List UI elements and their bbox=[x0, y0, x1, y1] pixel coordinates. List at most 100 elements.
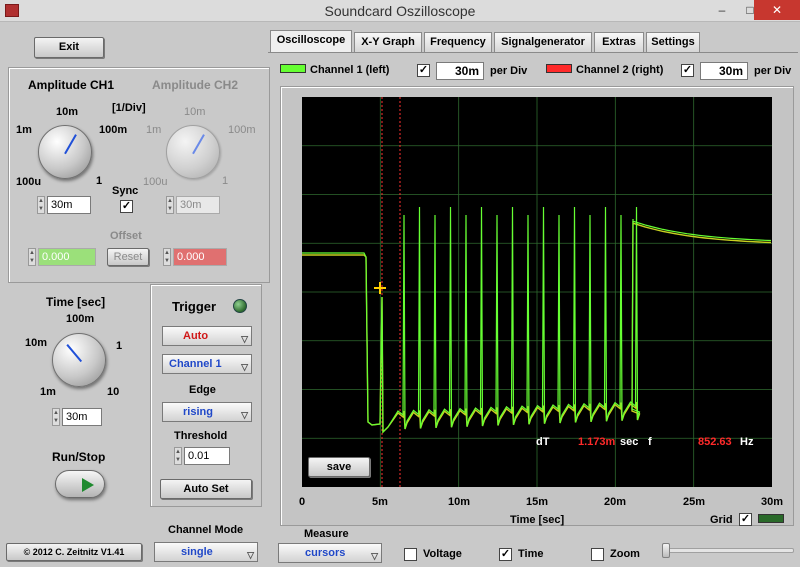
chevron-down-icon: ▽ bbox=[241, 362, 248, 372]
time-tick-1: 1 bbox=[116, 340, 123, 352]
title-bar: Soundcard Oszilloscope – □ ✕ bbox=[0, 0, 800, 22]
voltage-checkbox[interactable] bbox=[404, 548, 417, 561]
zoom-checkbox[interactable] bbox=[591, 548, 604, 561]
ch2-amplitude-input: 30m bbox=[176, 196, 220, 214]
ch2-perdiv-input[interactable]: 30m bbox=[700, 62, 748, 80]
play-icon bbox=[82, 478, 94, 492]
x-tick-30m: 30m bbox=[760, 496, 784, 508]
zoom-slider-track[interactable] bbox=[662, 548, 794, 553]
threshold-label: Threshold bbox=[174, 430, 228, 442]
measure-mode-dropdown[interactable]: cursors ▽ bbox=[278, 543, 382, 563]
time-checkbox[interactable]: ✓ bbox=[499, 548, 512, 561]
f-label: f bbox=[648, 436, 652, 448]
ch2-spinner: ▲ ▼ bbox=[166, 196, 174, 214]
time-tick-10m: 10m bbox=[25, 337, 48, 349]
sync-checkbox[interactable]: ✓ bbox=[120, 200, 133, 213]
chevron-down-icon: ▽ bbox=[247, 550, 254, 560]
ch1-spinner[interactable]: ▲ ▼ bbox=[37, 196, 45, 214]
amplitude-ch2-knob bbox=[166, 125, 220, 179]
amplitude-ch1-knob[interactable] bbox=[38, 125, 92, 179]
x-tick-20m: 20m bbox=[603, 496, 627, 508]
dt-label: dT bbox=[536, 436, 550, 448]
copyright-label: © 2012 C. Zeitnitz V1.41 bbox=[6, 543, 142, 561]
ch1-amplitude-input[interactable]: 30m bbox=[47, 196, 91, 214]
exit-button[interactable]: Exit bbox=[34, 37, 104, 58]
tab-frequency[interactable]: Frequency bbox=[424, 32, 492, 52]
time-knob[interactable] bbox=[52, 333, 106, 387]
measure-label: Measure bbox=[304, 528, 349, 540]
amp1-tick-100m: 100m bbox=[99, 124, 128, 136]
time-tick-10: 10 bbox=[107, 386, 120, 398]
offset-ch1-spinner: ▲ ▼ bbox=[28, 248, 36, 266]
amp1-tick-10m: 10m bbox=[56, 106, 79, 118]
time-spinner[interactable]: ▲ ▼ bbox=[52, 408, 60, 426]
auto-set-button[interactable]: Auto Set bbox=[160, 479, 252, 499]
time-title: Time [sec] bbox=[46, 295, 106, 309]
offset-ch2-field: 0.000 bbox=[173, 248, 227, 266]
time-tick-100m: 100m bbox=[66, 313, 95, 325]
amp1-tick-1: 1 bbox=[96, 175, 103, 187]
offset-ch1-field: 0.000 bbox=[38, 248, 96, 266]
runstop-label: Run/Stop bbox=[52, 450, 106, 464]
trigger-led-icon bbox=[233, 299, 247, 313]
knob-indicator bbox=[64, 134, 77, 155]
amp1-tick-1m: 1m bbox=[16, 124, 32, 136]
amplitude-ch1-title: Amplitude CH1 bbox=[28, 78, 115, 92]
sync-label: Sync bbox=[112, 185, 139, 197]
chevron-down-icon: ▽ bbox=[371, 551, 378, 561]
x-axis-label: Time [sec] bbox=[510, 514, 565, 526]
amp2-tick-100u: 100u bbox=[143, 176, 168, 188]
x-tick-15m: 15m bbox=[525, 496, 549, 508]
measure-mode-value: cursors bbox=[305, 547, 346, 559]
grid-label: Grid bbox=[710, 514, 733, 526]
time-tick-1m: 1m bbox=[40, 386, 56, 398]
close-button[interactable]: ✕ bbox=[754, 0, 800, 20]
zoom-label: Zoom bbox=[610, 548, 640, 560]
ch1-perdiv-input[interactable]: 30m bbox=[436, 62, 484, 80]
threshold-input[interactable]: 0.01 bbox=[184, 447, 230, 465]
time-input[interactable]: 30m bbox=[62, 408, 102, 426]
tab-extras[interactable]: Extras bbox=[594, 32, 644, 52]
scope-svg bbox=[302, 97, 772, 487]
amp2-tick-10m: 10m bbox=[184, 106, 206, 118]
trigger-channel-value: Channel 1 bbox=[169, 358, 222, 370]
ch1-perdiv-label: per Div bbox=[490, 65, 528, 77]
trigger-mode-value: Auto bbox=[183, 330, 209, 342]
channel-mode-value: single bbox=[181, 546, 213, 558]
window-title: Soundcard Oszilloscope bbox=[324, 3, 476, 19]
edge-value: rising bbox=[183, 406, 213, 418]
trigger-mode-dropdown[interactable]: Auto ▽ bbox=[162, 326, 252, 346]
grid-checkbox[interactable]: ✓ bbox=[739, 513, 752, 526]
ch2-perdiv-label: per Div bbox=[754, 65, 792, 77]
f-unit: Hz bbox=[740, 436, 754, 448]
chevron-down-icon: ▽ bbox=[241, 410, 248, 420]
channel-mode-label: Channel Mode bbox=[168, 524, 244, 536]
tab-settings[interactable]: Settings bbox=[646, 32, 700, 52]
x-tick-0: 0 bbox=[298, 496, 306, 508]
edge-dropdown[interactable]: rising ▽ bbox=[162, 402, 252, 422]
tab-xy-graph[interactable]: X-Y Graph bbox=[354, 32, 422, 52]
runstop-button[interactable] bbox=[55, 470, 105, 498]
dt-unit: sec bbox=[620, 436, 639, 448]
channel-mode-dropdown[interactable]: single ▽ bbox=[154, 542, 258, 562]
x-tick-5m: 5m bbox=[372, 496, 388, 508]
tab-oscilloscope[interactable]: Oscilloscope bbox=[270, 30, 352, 52]
minimize-button[interactable]: – bbox=[708, 0, 736, 20]
trigger-channel-dropdown[interactable]: Channel 1 ▽ bbox=[162, 354, 252, 374]
offset-ch2-spinner: ▲ ▼ bbox=[163, 248, 171, 266]
ch1-enable-checkbox[interactable]: ✓ bbox=[417, 64, 430, 77]
threshold-spinner[interactable]: ▲ ▼ bbox=[174, 447, 182, 465]
amp2-tick-1m: 1m bbox=[146, 124, 162, 136]
voltage-label: Voltage bbox=[423, 548, 462, 560]
grid-color-swatch[interactable] bbox=[758, 514, 784, 523]
ch2-enable-checkbox[interactable]: ✓ bbox=[681, 64, 694, 77]
scope-display[interactable]: dT 1.173m sec f 852.63 Hz save bbox=[302, 97, 772, 487]
tab-signalgenerator[interactable]: Signalgenerator bbox=[494, 32, 592, 52]
ch2-label: Channel 2 (right) bbox=[576, 64, 664, 76]
ch2-color-swatch bbox=[546, 64, 572, 73]
save-button[interactable]: save bbox=[308, 457, 370, 477]
zoom-slider-handle[interactable] bbox=[662, 543, 670, 558]
ch1-color-swatch bbox=[280, 64, 306, 73]
offset-reset-button: Reset bbox=[107, 248, 149, 266]
offset-label: Offset bbox=[110, 230, 142, 242]
